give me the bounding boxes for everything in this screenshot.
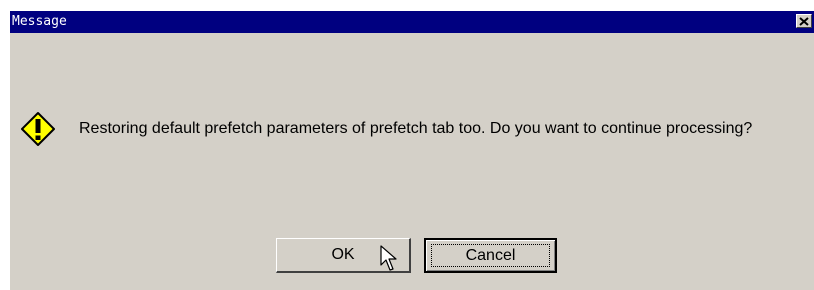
cancel-button-label: Cancel: [465, 246, 516, 264]
close-button[interactable]: [796, 14, 812, 28]
ok-button-label: OK: [331, 246, 355, 263]
message-text: Restoring default prefetch parameters of…: [79, 120, 753, 137]
message-dialog: Message Restoring default prefetch param…: [9, 10, 814, 290]
close-icon: [799, 16, 809, 26]
cancel-button[interactable]: Cancel: [424, 238, 557, 273]
title-bar[interactable]: Message: [10, 11, 814, 33]
warning-icon: [21, 112, 55, 146]
window-title: Message: [12, 14, 67, 29]
mouse-pointer-icon: [380, 245, 397, 271]
